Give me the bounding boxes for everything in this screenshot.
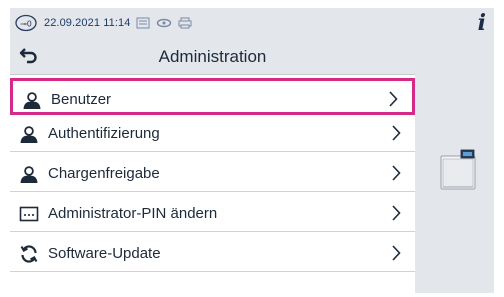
- chevron-right-icon: [392, 205, 401, 221]
- chevron-right-icon: [392, 165, 401, 181]
- info-button[interactable]: i: [478, 10, 486, 36]
- network-link-icon: [156, 17, 172, 29]
- menu-item-label: Administrator-PIN ändern: [48, 205, 218, 222]
- status-bar: ⊸0 22.09.2021 11:14 i: [10, 8, 494, 38]
- user-icon: [23, 92, 41, 109]
- status-datetime: 22.09.2021 11:14: [44, 17, 131, 29]
- autoclave-device-icon: [440, 149, 476, 190]
- menu-item-administrator-pin[interactable]: Administrator-PIN ändern: [10, 195, 415, 232]
- menu-item-software-update[interactable]: Software-Update: [10, 235, 415, 272]
- main-panel: Administration Benutzer Authentifizierun…: [10, 38, 415, 293]
- printer-icon: [178, 17, 192, 29]
- device-panel: [415, 38, 494, 293]
- menu-item-benutzer[interactable]: Benutzer: [10, 78, 415, 115]
- menu-item-label: Benutzer: [51, 91, 112, 108]
- user-icon: [20, 126, 38, 143]
- user-icon: [20, 166, 38, 183]
- title-bar: Administration: [10, 38, 415, 75]
- svg-text:⊸0: ⊸0: [20, 20, 32, 29]
- power-key-icon: ⊸0: [14, 13, 38, 33]
- chevron-right-icon: [389, 91, 398, 107]
- pin-entry-icon: [19, 206, 39, 222]
- refresh-icon: [20, 245, 38, 263]
- document-list-icon: [136, 17, 150, 29]
- page-title: Administration: [158, 47, 267, 66]
- chevron-right-icon: [392, 245, 401, 261]
- status-left: ⊸0 22.09.2021 11:14: [14, 11, 192, 35]
- menu-item-chargenfreigabe[interactable]: Chargenfreigabe: [10, 155, 415, 192]
- menu-item-label: Software-Update: [48, 245, 161, 262]
- menu-item-label: Authentifizierung: [48, 125, 160, 142]
- menu-item-label: Chargenfreigabe: [48, 165, 160, 182]
- menu-item-authentifizierung[interactable]: Authentifizierung: [10, 115, 415, 152]
- chevron-right-icon: [392, 125, 401, 141]
